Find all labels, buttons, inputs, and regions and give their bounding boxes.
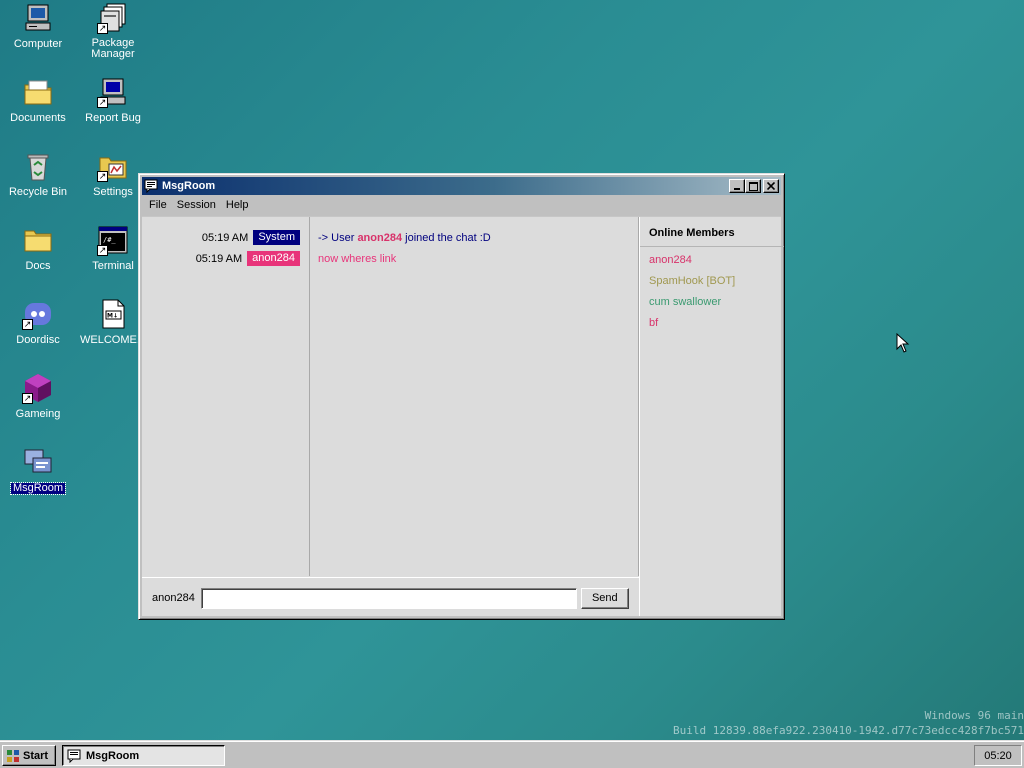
package-manager-icon: ↗ bbox=[97, 2, 129, 34]
shortcut-arrow-icon: ↗ bbox=[97, 97, 108, 108]
desktop-icon-label: Terminal bbox=[92, 260, 134, 272]
chat-bubble-icon bbox=[144, 179, 158, 193]
chat-bubble-icon bbox=[67, 749, 81, 763]
member-item[interactable]: cum swallower bbox=[640, 295, 784, 316]
mouse-cursor-icon bbox=[896, 333, 910, 353]
desktop-icon-package-manager[interactable]: ↗ Package Manager bbox=[76, 2, 150, 60]
member-item[interactable]: SpamHook [BOT] bbox=[640, 274, 784, 295]
desktop-icon-label: Recycle Bin bbox=[8, 186, 68, 198]
menu-session[interactable]: Session bbox=[172, 199, 221, 211]
minimize-icon bbox=[734, 188, 740, 190]
desktop-icon-gameing[interactable]: ↗ Gameing bbox=[1, 372, 75, 420]
documents-folder-icon bbox=[22, 76, 54, 108]
desktop-icon-label: Computer bbox=[13, 38, 63, 50]
svg-text:/#_: /#_ bbox=[103, 236, 116, 244]
start-logo-icon bbox=[7, 749, 19, 762]
message-username-badge[interactable]: System bbox=[253, 230, 300, 245]
message-row: -> User anon284 joined the chat :D bbox=[310, 227, 638, 248]
message-column: -> User anon284 joined the chat :D now w… bbox=[310, 217, 639, 576]
system-suffix-text: joined the chat :D bbox=[402, 231, 491, 244]
member-item[interactable]: anon284 bbox=[640, 253, 784, 274]
desktop-icon-label: MsgRoom bbox=[9, 482, 67, 495]
window-titlebar[interactable]: MsgRoom bbox=[142, 177, 781, 195]
watermark-line-1: Windows 96 main bbox=[924, 709, 1024, 722]
desktop-icon-label: Package Manager bbox=[91, 37, 135, 60]
timestamp-column: 05:19 AM System 05:19 AM anon284 bbox=[142, 217, 310, 576]
close-button[interactable] bbox=[763, 179, 779, 193]
message-text: now wheres link bbox=[318, 252, 397, 265]
desktop-icon-msgroom[interactable]: MsgRoom bbox=[1, 446, 75, 495]
minimize-button[interactable] bbox=[729, 179, 745, 193]
chat-content: 05:19 AM System 05:19 AM anon284 -> User… bbox=[142, 216, 784, 618]
message-time: 05:19 AM bbox=[201, 231, 249, 244]
desktop-icon-doordisc[interactable]: ↗ Doordisc bbox=[1, 298, 75, 346]
desktop-icon-label: Settings bbox=[93, 186, 133, 198]
shortcut-arrow-icon: ↗ bbox=[22, 319, 33, 330]
terminal-icon: /#_ ↗ bbox=[97, 224, 129, 256]
desktop-icon-label: Docs bbox=[25, 260, 51, 272]
system-tray-clock[interactable]: 05:20 bbox=[974, 745, 1022, 766]
input-nickname: anon284 bbox=[152, 592, 195, 604]
members-title: Online Members bbox=[640, 217, 784, 247]
timestamp-row: 05:19 AM System bbox=[142, 227, 309, 248]
desktop-icon-report-bug[interactable]: ↗ Report Bug bbox=[76, 76, 150, 124]
member-item[interactable]: bf bbox=[640, 316, 784, 337]
desktop-icon-label: Gameing bbox=[15, 408, 61, 420]
message-input-area: anon284 Send bbox=[142, 577, 639, 618]
send-button[interactable]: Send bbox=[580, 587, 629, 609]
menu-file[interactable]: File bbox=[144, 199, 172, 211]
msgroom-icon bbox=[22, 446, 54, 478]
msgroom-window: MsgRoom File Session Help 05:19 AM Syste… bbox=[138, 173, 785, 620]
taskbar: Start MsgRoom 05:20 bbox=[0, 740, 1024, 768]
taskbar-item-label: MsgRoom bbox=[86, 749, 140, 762]
message-time: 05:19 AM bbox=[195, 252, 243, 265]
close-icon bbox=[767, 182, 775, 190]
gameing-cube-icon: ↗ bbox=[22, 372, 54, 404]
start-label: Start bbox=[23, 749, 49, 762]
maximize-icon bbox=[748, 181, 758, 191]
menu-help[interactable]: Help bbox=[221, 199, 254, 211]
shortcut-arrow-icon: ↗ bbox=[97, 245, 108, 256]
settings-icon: ↗ bbox=[97, 150, 129, 182]
desktop-icon-docs[interactable]: Docs bbox=[1, 224, 75, 272]
watermark-line-2: Build 12839.88efa922.230410-1942.d77c73e… bbox=[673, 724, 1024, 737]
timestamp-row: 05:19 AM anon284 bbox=[142, 248, 309, 269]
window-title: MsgRoom bbox=[162, 180, 216, 192]
report-bug-icon: ↗ bbox=[97, 76, 129, 108]
message-username-badge[interactable]: anon284 bbox=[247, 251, 300, 266]
maximize-button[interactable] bbox=[745, 179, 761, 193]
svg-text:M↓: M↓ bbox=[107, 313, 118, 320]
desktop-icon-documents[interactable]: Documents bbox=[1, 76, 75, 124]
build-watermark: Windows 96 main Build 12839.88efa922.230… bbox=[634, 708, 1024, 738]
docs-folder-icon bbox=[22, 224, 54, 256]
markdown-file-icon: M↓ bbox=[97, 298, 129, 330]
joined-username: anon284 bbox=[357, 231, 403, 244]
desktop-icon-label: Documents bbox=[10, 112, 66, 124]
clock-text: 05:20 bbox=[984, 749, 1012, 762]
start-button[interactable]: Start bbox=[2, 745, 56, 766]
recycle-bin-icon bbox=[22, 150, 54, 182]
shortcut-arrow-icon: ↗ bbox=[22, 393, 33, 404]
desktop-icon-label: Report Bug bbox=[85, 112, 141, 124]
shortcut-arrow-icon: ↗ bbox=[97, 171, 108, 182]
taskbar-item-msgroom[interactable]: MsgRoom bbox=[62, 745, 225, 766]
message-row: now wheres link bbox=[310, 248, 638, 269]
message-text: -> User anon284 joined the chat :D bbox=[318, 232, 491, 244]
doordisc-icon: ↗ bbox=[22, 298, 54, 330]
computer-icon bbox=[22, 2, 54, 34]
desktop-icon-recycle-bin[interactable]: Recycle Bin bbox=[1, 150, 75, 198]
system-prefix-text: -> User bbox=[318, 231, 358, 244]
menu-bar: File Session Help bbox=[142, 195, 781, 215]
desktop-icon-label: Doordisc bbox=[16, 334, 60, 346]
message-input[interactable] bbox=[200, 587, 577, 609]
members-panel: Online Members anon284 SpamHook [BOT] cu… bbox=[639, 217, 784, 616]
desktop-icon-computer[interactable]: Computer bbox=[1, 2, 75, 50]
shortcut-arrow-icon: ↗ bbox=[97, 23, 108, 34]
